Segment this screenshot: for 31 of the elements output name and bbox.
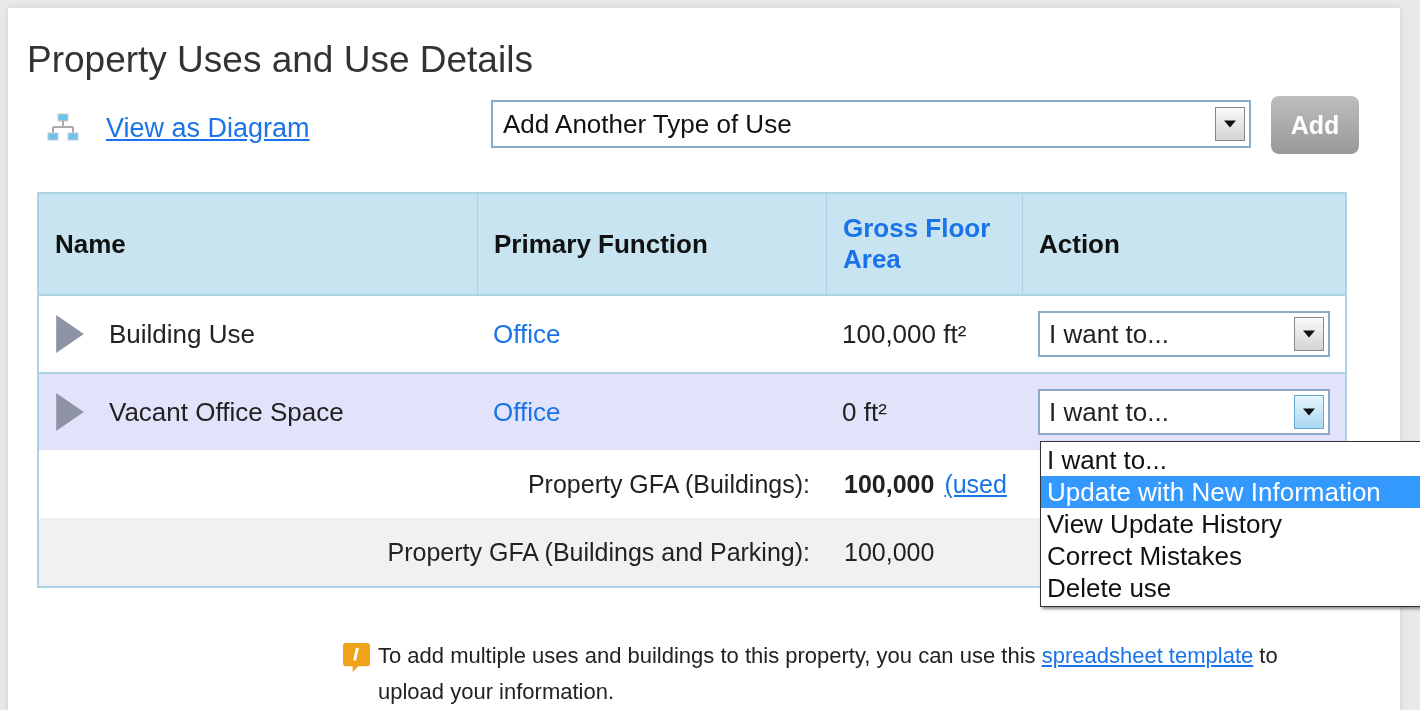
expand-icon[interactable] <box>55 315 85 353</box>
action-dropdown[interactable]: I want to... <box>1038 389 1330 435</box>
menu-option[interactable]: I want to... <box>1041 444 1420 476</box>
view-as-diagram-link[interactable]: View as Diagram <box>106 112 310 144</box>
summary-label: Property GFA (Buildings and Parking): <box>386 537 810 567</box>
column-header: Name <box>54 227 127 261</box>
hierarchy-icon <box>47 112 79 144</box>
table-cell: Vacant Office Space <box>109 396 344 428</box>
note-text: To add multiple uses and buildings to this property, you can use this spreadsheet template to upload your information. <box>378 642 1278 706</box>
used-for-link[interactable]: (used <box>944 469 1007 499</box>
expand-icon[interactable] <box>55 393 85 431</box>
table-cell: 100,000 ft² <box>842 318 967 350</box>
spreadsheet-template-link[interactable]: spreadsheet template <box>1041 643 1254 668</box>
summary-value: 100,000 <box>844 537 935 567</box>
page-title: Property Uses and Use Details <box>27 38 534 82</box>
summary-label: Property GFA (Buildings): <box>526 469 810 499</box>
caret-icon <box>1303 408 1315 416</box>
menu-option[interactable]: Delete use <box>1041 572 1420 604</box>
menu-option[interactable]: View Update History <box>1041 508 1420 540</box>
info-icon <box>343 642 370 673</box>
menu-option[interactable]: Update with New Information <box>1041 476 1420 508</box>
function-link[interactable]: Office <box>493 396 561 428</box>
function-link[interactable]: Office <box>493 318 561 350</box>
table-cell: 0 ft² <box>842 396 887 428</box>
caret-icon <box>1303 330 1315 338</box>
summary-value: 100,000 <box>844 469 935 499</box>
table-cell: Building Use <box>109 318 255 350</box>
caret-icon <box>1224 120 1236 128</box>
use-type-dropdown[interactable]: Add Another Type of Use <box>491 100 1251 148</box>
menu-option[interactable]: Correct Mistakes <box>1041 540 1420 572</box>
action-dropdown[interactable]: I want to... <box>1038 311 1330 357</box>
